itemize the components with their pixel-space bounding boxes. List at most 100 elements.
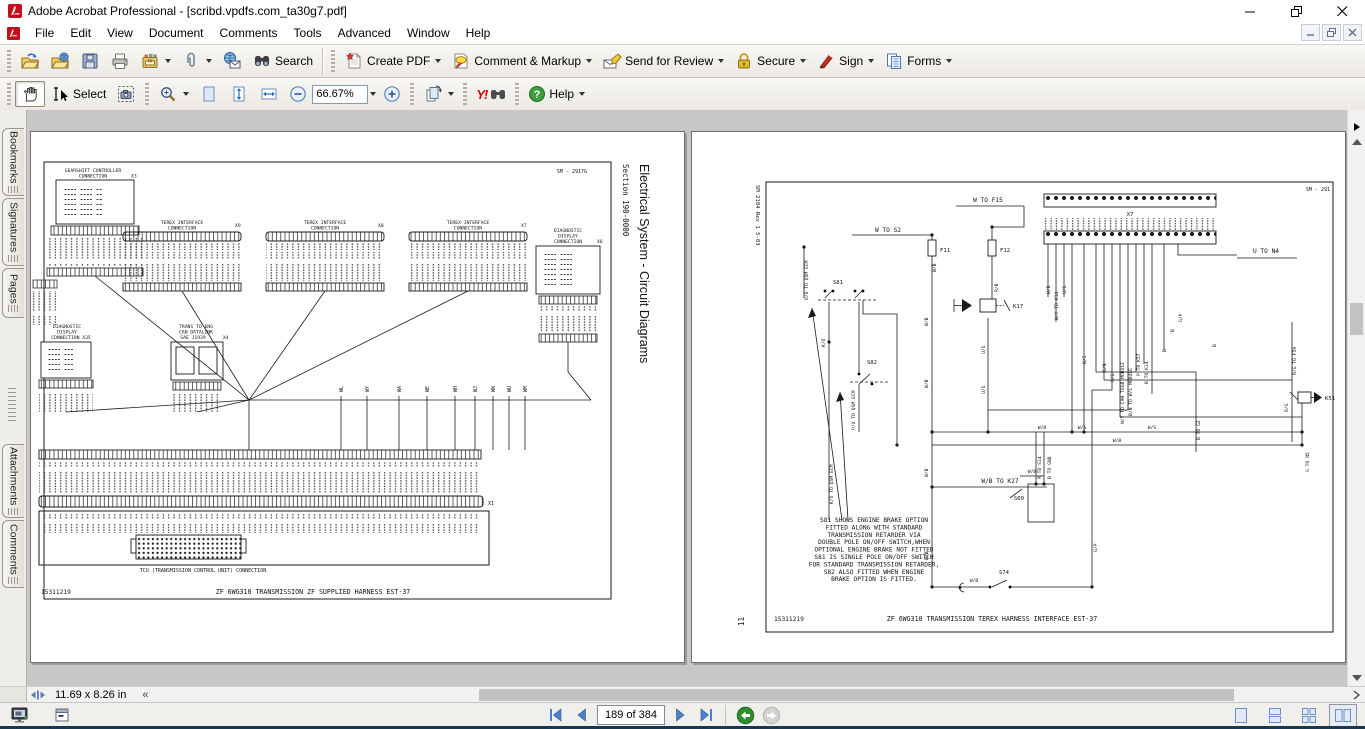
open-button[interactable] — [15, 48, 45, 74]
menu-view[interactable]: View — [99, 23, 141, 43]
search-button[interactable]: Search — [247, 48, 318, 74]
svg-text:K51: K51 — [1325, 396, 1335, 402]
hand-tool-button[interactable] — [15, 81, 45, 107]
toolbar-expand-button[interactable] — [1348, 119, 1365, 134]
page-display-button[interactable] — [418, 81, 459, 107]
open-web-button[interactable] — [45, 48, 75, 74]
restore-button[interactable] — [1273, 0, 1319, 22]
continuous-facing-layout-button[interactable] — [1295, 704, 1323, 727]
doc-minimize-button[interactable] — [1301, 24, 1320, 41]
secure-button[interactable]: Secure — [729, 48, 811, 74]
menu-comments[interactable]: Comments — [212, 23, 286, 43]
first-page-button[interactable] — [545, 705, 567, 725]
menu-document[interactable]: Document — [141, 23, 212, 43]
svg-text:WN: WN — [491, 386, 497, 392]
zoom-tool-button[interactable] — [153, 81, 194, 107]
actual-size-button[interactable] — [194, 81, 224, 107]
svg-text:ZF 6WG310 TRANSMISSION TEREX H: ZF 6WG310 TRANSMISSION TEREX HARNESS INT… — [887, 615, 1097, 623]
zoom-level-input[interactable] — [312, 85, 368, 104]
left-page-side-titles: Electrical System - Circuit Diagrams Sec… — [621, 164, 651, 363]
facing-layout-button[interactable] — [1329, 704, 1357, 727]
svg-text:X1: X1 — [488, 501, 494, 507]
svg-text:S81: S81 — [833, 280, 843, 286]
previous-page-button[interactable] — [571, 705, 593, 725]
collapse-indicator-button[interactable]: « — [136, 689, 154, 701]
svg-text:TEREX INTERFACE: TEREX INTERFACE — [447, 220, 490, 226]
tab-signatures[interactable]: Signatures — [2, 198, 24, 266]
horizontal-scroll-track[interactable] — [154, 687, 1348, 703]
menu-help[interactable]: Help — [458, 23, 499, 43]
scroll-right-arrow[interactable] — [1348, 687, 1365, 703]
tab-comments[interactable]: Comments — [2, 520, 24, 588]
yahoo-search-button[interactable]: Y! — [471, 83, 511, 105]
tab-pages[interactable]: Pages — [2, 268, 24, 318]
svg-text:S82: S82 — [867, 360, 877, 366]
svg-text:X3: X3 — [131, 174, 137, 180]
vertical-scroll-thumb[interactable] — [1350, 303, 1363, 335]
zoom-out-button[interactable] — [284, 82, 312, 106]
doc-close-button[interactable] — [1343, 24, 1362, 41]
scroll-up-arrow[interactable] — [1348, 134, 1365, 149]
single-page-layout-button[interactable] — [1227, 704, 1255, 727]
menu-edit[interactable]: Edit — [62, 23, 99, 43]
select-tool-button[interactable]: Select — [45, 81, 111, 107]
forms-button[interactable]: Forms — [879, 48, 957, 74]
svg-text:TRANSMISSION RETARDER VIA: TRANSMISSION RETARDER VIA — [827, 532, 920, 539]
toolbar-grip[interactable] — [463, 83, 467, 105]
comment-markup-button[interactable]: Comment & Markup — [446, 48, 597, 74]
horizontal-scroll-thumb[interactable] — [479, 689, 1234, 701]
attach-button[interactable] — [176, 48, 217, 74]
print-button[interactable] — [105, 48, 135, 74]
toolbar-grip[interactable] — [7, 83, 11, 105]
minimize-button[interactable] — [1227, 0, 1273, 22]
snapshot-tool-button[interactable] — [111, 81, 141, 107]
next-page-button[interactable] — [669, 705, 691, 725]
help-button[interactable]: ?Help — [523, 82, 590, 106]
toolbar-grip[interactable] — [515, 83, 519, 105]
attach-dropdown-arrow — [206, 59, 212, 63]
menu-window[interactable]: Window — [399, 23, 458, 43]
pane-splitter-icon[interactable] — [27, 689, 49, 701]
sign-button[interactable]: Sign — [811, 48, 879, 74]
zoom-in-button[interactable] — [378, 82, 406, 106]
save-button[interactable] — [75, 48, 105, 74]
tab-bookmarks[interactable]: Bookmarks — [2, 128, 24, 196]
fit-page-button[interactable] — [224, 81, 254, 107]
organizer-dropdown-arrow — [165, 59, 171, 63]
menu-file[interactable]: File — [27, 23, 62, 43]
vertical-scrollbar[interactable] — [1347, 110, 1365, 686]
scroll-down-arrow[interactable] — [1348, 670, 1365, 685]
fit-width-button[interactable] — [254, 81, 284, 107]
next-view-button[interactable] — [760, 705, 782, 725]
zoom-level-dropdown-arrow[interactable] — [370, 92, 376, 96]
svg-text:DISPLAY: DISPLAY — [558, 234, 578, 240]
page-number-input[interactable] — [597, 705, 665, 725]
fit-width-icon — [259, 84, 279, 104]
svg-text:S82 ALSO FITTED WHEN ENGINE: S82 ALSO FITTED WHEN ENGINE — [824, 569, 925, 576]
svg-text:B TO K14: B TO K14 — [1144, 361, 1150, 384]
toolbar-grip[interactable] — [145, 83, 149, 105]
menu-tools[interactable]: Tools — [286, 23, 330, 43]
send-for-review-button[interactable]: Send for Review — [597, 48, 729, 74]
last-page-button[interactable] — [695, 705, 717, 725]
email-button[interactable] — [217, 48, 247, 74]
pdf-page-left[interactable]: SM - 2917G Electrical System - Circuit D… — [30, 131, 685, 663]
rail-drag-handle[interactable] — [8, 388, 16, 422]
close-button[interactable] — [1319, 0, 1365, 22]
toolbar-grip[interactable] — [7, 50, 11, 72]
page-view-icon[interactable] — [53, 706, 71, 724]
toolbar-grip[interactable] — [410, 83, 414, 105]
menu-advanced[interactable]: Advanced — [330, 23, 399, 43]
tab-attachments[interactable]: Attachments — [2, 444, 24, 518]
toolbar-grip[interactable] — [331, 50, 335, 72]
document-canvas[interactable]: SM - 2917G Electrical System - Circuit D… — [27, 110, 1347, 686]
doc-restore-button[interactable] — [1322, 24, 1341, 41]
create-pdf-button[interactable]: Create PDF — [339, 48, 446, 74]
continuous-layout-button[interactable] — [1261, 704, 1289, 727]
previous-view-button[interactable] — [734, 705, 756, 725]
zoom-dropdown-arrow — [183, 92, 189, 96]
svg-text:W/S: W/S — [1148, 425, 1157, 431]
pdf-page-right[interactable]: SM - 291 SM 2184 Rev 1 5-03 11 X7 — [691, 131, 1346, 663]
organizer-button[interactable] — [135, 48, 176, 74]
fullscreen-monitor-icon[interactable] — [10, 705, 31, 725]
